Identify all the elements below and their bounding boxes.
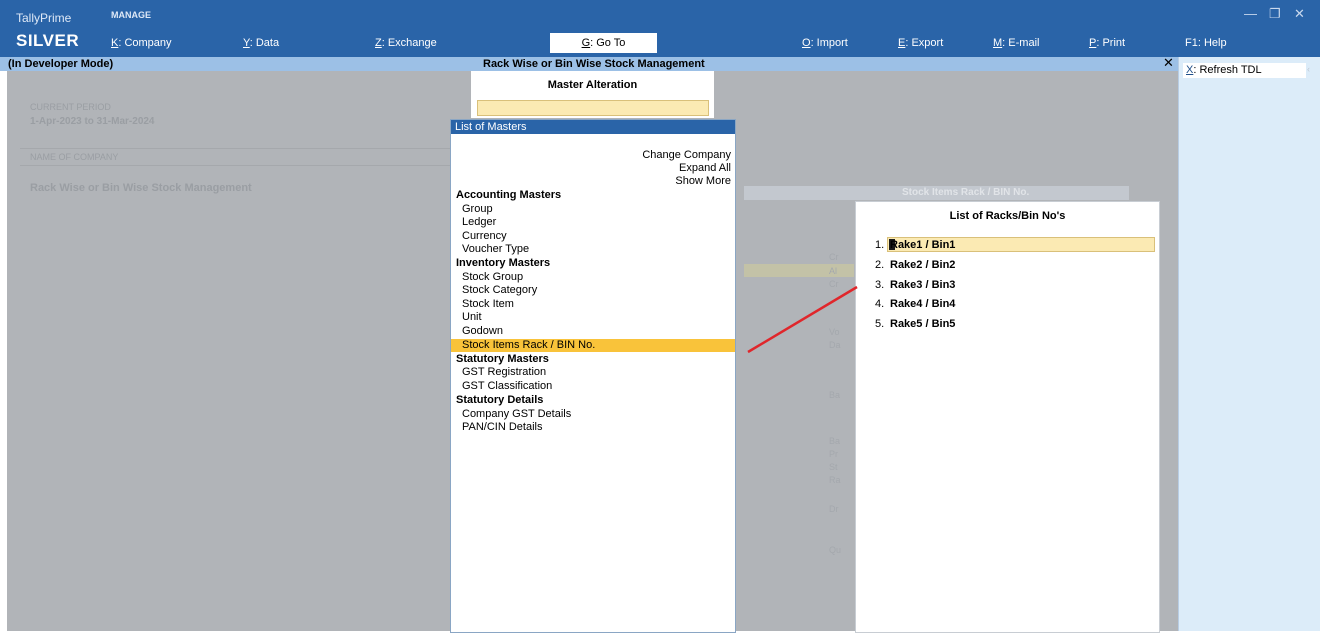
annotation-line	[747, 285, 858, 354]
annotation-arrow	[747, 285, 858, 354]
